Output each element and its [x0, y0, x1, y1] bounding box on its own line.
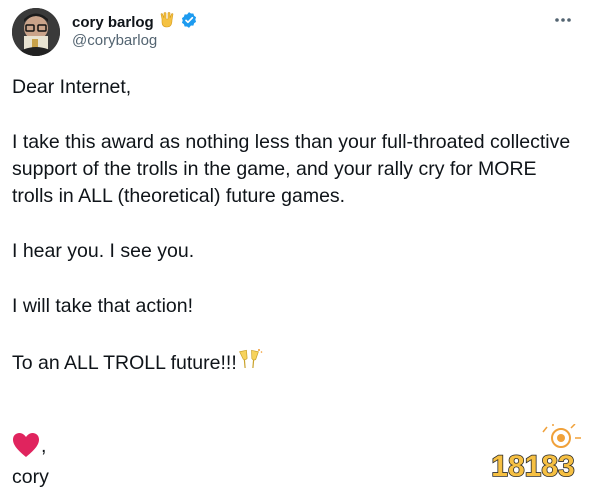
author-name-row: cory barlog: [72, 11, 198, 34]
red-heart-icon: [12, 432, 40, 463]
watermark-text: 18183: [491, 450, 574, 483]
tweet-text: Dear Internet, I take this award as noth…: [12, 74, 572, 380]
watermark-logo: 18183: [483, 423, 583, 491]
clinking-glasses-icon: [237, 348, 263, 380]
vulcan-salute-icon: [158, 11, 176, 34]
author-handle[interactable]: @corybarlog: [72, 32, 157, 49]
tweet-line-toast-text: To an ALL TROLL future!!!: [12, 352, 237, 375]
verified-badge-icon: [180, 11, 198, 34]
tweet-card: cory barlog @corybarlog Dear Internet, I…: [0, 0, 591, 497]
tweet-line-greeting: Dear Internet,: [12, 76, 132, 98]
heart-comma: ,: [41, 435, 47, 457]
tweet-signoff: cory: [12, 466, 49, 488]
avatar[interactable]: [12, 8, 60, 56]
tweet-line-action: I will take that action!: [12, 295, 194, 317]
more-options-icon[interactable]: [553, 10, 573, 30]
tweet-line-toast: To an ALL TROLL future!!!: [12, 348, 572, 380]
heart-line: ,: [12, 432, 46, 463]
tweet-line-award: I take this award as nothing less than y…: [12, 131, 576, 207]
author-display-name[interactable]: cory barlog: [72, 14, 154, 31]
tweet-line-hear: I hear you. I see you.: [12, 240, 195, 262]
